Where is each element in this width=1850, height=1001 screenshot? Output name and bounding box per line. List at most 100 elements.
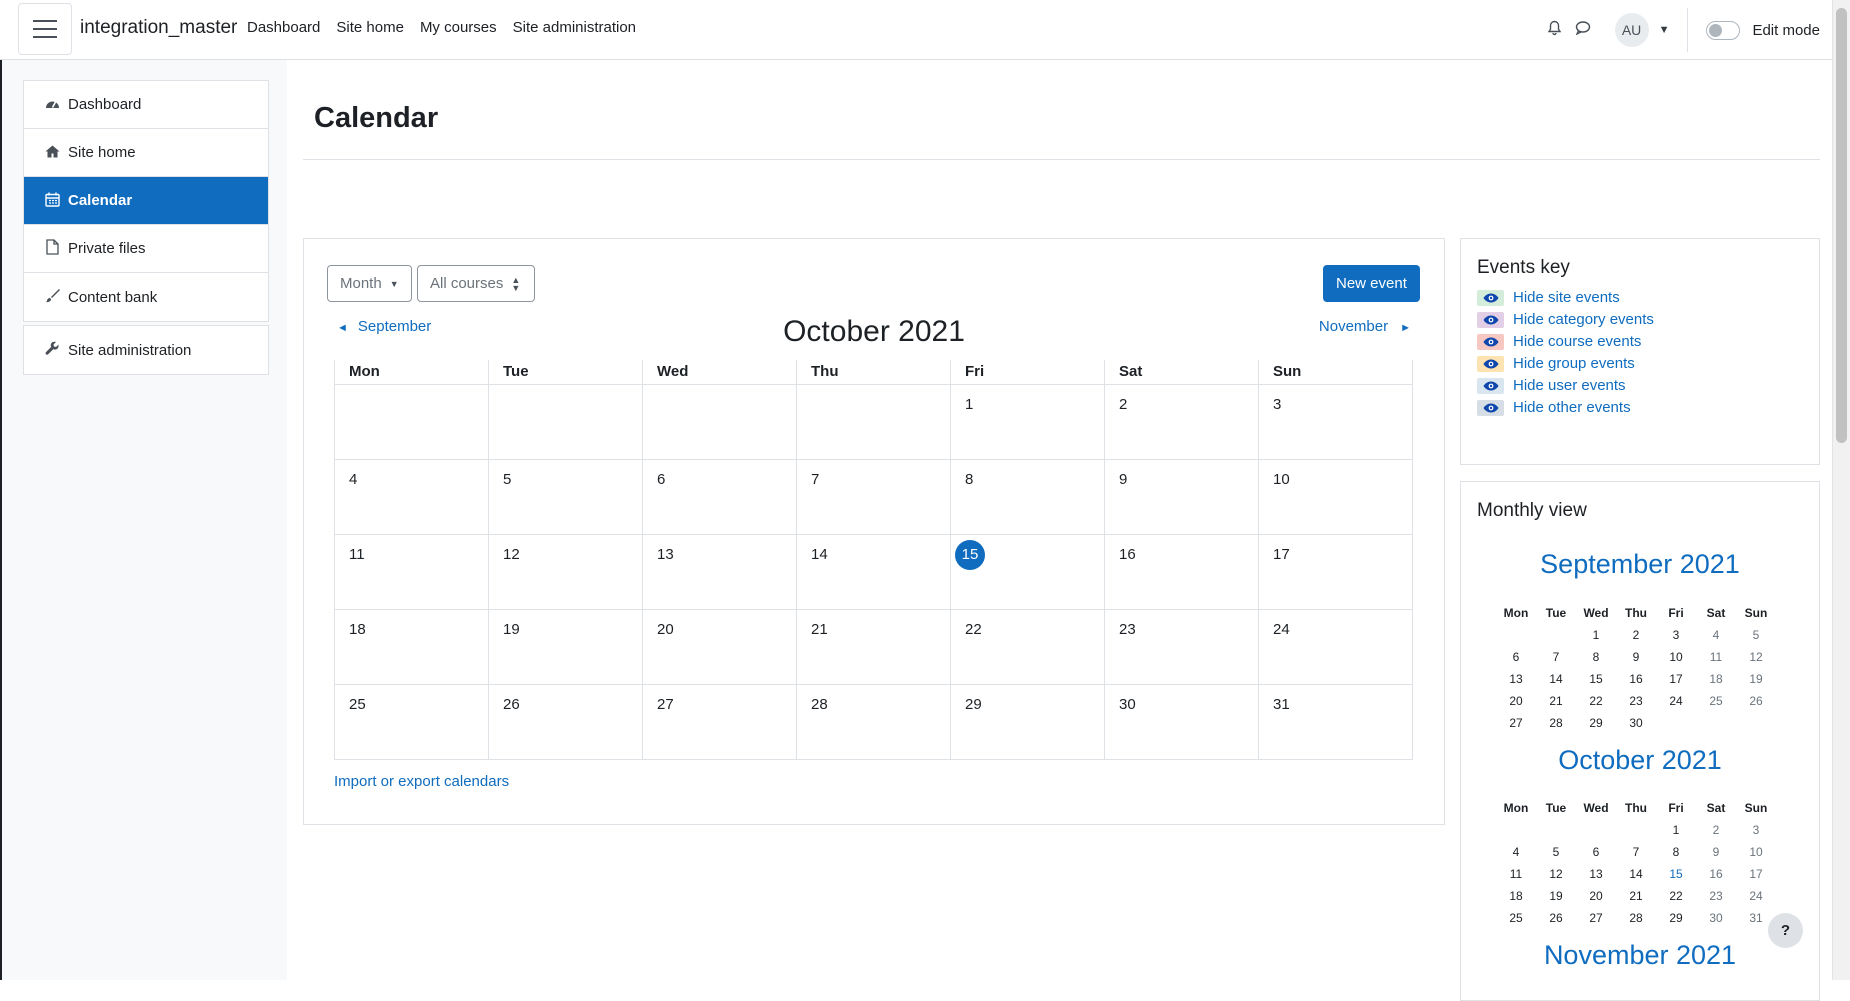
view-select[interactable]: Month ▼ [327, 265, 412, 302]
mini-day-cell[interactable]: 13 [1496, 668, 1536, 690]
mini-day-cell[interactable]: 7 [1616, 841, 1656, 863]
nav-link-site-administration[interactable]: Site administration [513, 19, 636, 36]
sidebar-item-content-bank[interactable]: Content bank [24, 273, 268, 321]
mini-day-cell[interactable]: 28 [1536, 712, 1576, 734]
course-select[interactable]: All courses ▲ ▼ [417, 265, 535, 302]
mini-day-cell[interactable]: 14 [1616, 863, 1656, 885]
mini-month-link[interactable]: November 2021 [1544, 940, 1736, 970]
calendar-day-cell[interactable]: 16 [1104, 533, 1259, 610]
mini-day-cell[interactable]: 19 [1536, 885, 1576, 907]
events-key-item[interactable]: Hide site events [1477, 289, 1620, 306]
sidebar-item-site-home[interactable]: Site home [24, 129, 268, 177]
mini-day-cell[interactable]: 11 [1496, 863, 1536, 885]
calendar-day-cell[interactable]: 29 [950, 683, 1105, 760]
mini-day-cell[interactable]: 7 [1536, 646, 1576, 668]
bell-icon[interactable] [1541, 20, 1569, 41]
events-key-link[interactable]: Hide group events [1513, 355, 1635, 372]
mini-day-cell[interactable]: 12 [1736, 646, 1776, 668]
calendar-day-cell[interactable]: 15 [950, 533, 1105, 610]
site-name-link[interactable]: integration_master [80, 17, 237, 39]
mini-day-cell[interactable]: 16 [1696, 863, 1736, 885]
mini-day-cell[interactable]: 21 [1536, 690, 1576, 712]
mini-day-cell[interactable]: 8 [1576, 646, 1616, 668]
sidebar-item-site-administration[interactable]: Site administration [24, 326, 268, 374]
mini-day-cell[interactable]: 15 [1656, 863, 1696, 885]
events-key-link[interactable]: Hide user events [1513, 377, 1626, 394]
calendar-day-cell[interactable]: 25 [334, 683, 489, 760]
page-scrollbar[interactable] [1832, 0, 1850, 980]
mini-day-cell[interactable]: 26 [1536, 907, 1576, 929]
events-key-item[interactable]: Hide group events [1477, 355, 1635, 372]
mini-day-cell[interactable]: 22 [1576, 690, 1616, 712]
calendar-day-cell[interactable]: 12 [488, 533, 643, 610]
mini-day-cell[interactable]: 2 [1616, 624, 1656, 646]
mini-day-cell[interactable]: 25 [1696, 690, 1736, 712]
calendar-day-cell[interactable]: 22 [950, 608, 1105, 685]
import-export-link[interactable]: Import or export calendars [334, 773, 509, 790]
nav-link-dashboard[interactable]: Dashboard [247, 19, 320, 36]
events-key-link[interactable]: Hide category events [1513, 311, 1654, 328]
calendar-day-cell[interactable]: 9 [1104, 458, 1259, 535]
mini-day-cell[interactable]: 8 [1656, 841, 1696, 863]
calendar-day-cell[interactable]: 2 [1104, 383, 1259, 460]
mini-day-cell[interactable]: 23 [1696, 885, 1736, 907]
mini-day-cell[interactable]: 22 [1656, 885, 1696, 907]
mini-day-cell[interactable]: 2 [1696, 819, 1736, 841]
mini-day-cell[interactable]: 27 [1496, 712, 1536, 734]
calendar-day-cell[interactable]: 20 [642, 608, 797, 685]
events-key-item[interactable]: Hide other events [1477, 399, 1631, 416]
events-key-item[interactable]: Hide course events [1477, 333, 1641, 350]
sidebar-item-private-files[interactable]: Private files [24, 225, 268, 273]
mini-day-cell[interactable]: 5 [1736, 624, 1776, 646]
nav-link-my-courses[interactable]: My courses [420, 19, 497, 36]
calendar-day-cell[interactable]: 31 [1258, 683, 1413, 760]
calendar-day-cell[interactable]: 26 [488, 683, 643, 760]
calendar-day-cell[interactable]: 19 [488, 608, 643, 685]
mini-day-cell[interactable]: 18 [1496, 885, 1536, 907]
calendar-day-cell[interactable]: 21 [796, 608, 951, 685]
mini-day-cell[interactable]: 19 [1736, 668, 1776, 690]
mini-day-cell[interactable]: 16 [1616, 668, 1656, 690]
mini-day-cell[interactable]: 23 [1616, 690, 1656, 712]
calendar-day-cell[interactable]: 17 [1258, 533, 1413, 610]
mini-day-cell[interactable]: 29 [1576, 712, 1616, 734]
mini-day-cell[interactable]: 14 [1536, 668, 1576, 690]
drawer-toggle-button[interactable] [18, 3, 72, 55]
mini-day-cell[interactable]: 21 [1616, 885, 1656, 907]
sidebar-item-calendar[interactable]: Calendar [24, 177, 268, 225]
mini-day-cell[interactable]: 25 [1496, 907, 1536, 929]
calendar-day-cell[interactable]: 8 [950, 458, 1105, 535]
calendar-day-cell[interactable]: 11 [334, 533, 489, 610]
mini-day-cell[interactable]: 18 [1696, 668, 1736, 690]
mini-day-cell[interactable]: 13 [1576, 863, 1616, 885]
mini-day-cell[interactable]: 20 [1496, 690, 1536, 712]
calendar-day-cell[interactable]: 24 [1258, 608, 1413, 685]
mini-day-cell[interactable]: 3 [1736, 819, 1776, 841]
mini-day-cell[interactable]: 5 [1536, 841, 1576, 863]
calendar-day-cell[interactable]: 13 [642, 533, 797, 610]
calendar-day-cell[interactable]: 14 [796, 533, 951, 610]
next-month-link[interactable]: November ► [1319, 318, 1411, 335]
mini-day-cell[interactable]: 27 [1576, 907, 1616, 929]
events-key-link[interactable]: Hide site events [1513, 289, 1620, 306]
calendar-day-cell[interactable]: 1 [950, 383, 1105, 460]
mini-day-cell[interactable]: 20 [1576, 885, 1616, 907]
mini-day-cell[interactable]: 30 [1696, 907, 1736, 929]
mini-day-cell[interactable]: 26 [1736, 690, 1776, 712]
events-key-item[interactable]: Hide category events [1477, 311, 1654, 328]
scrollbar-thumb[interactable] [1836, 8, 1847, 443]
events-key-item[interactable]: Hide user events [1477, 377, 1626, 394]
mini-day-cell[interactable]: 17 [1656, 668, 1696, 690]
nav-link-site-home[interactable]: Site home [336, 19, 404, 36]
new-event-button[interactable]: New event [1323, 265, 1420, 302]
calendar-day-cell[interactable]: 28 [796, 683, 951, 760]
mini-day-cell[interactable]: 24 [1656, 690, 1696, 712]
calendar-day-cell[interactable]: 10 [1258, 458, 1413, 535]
mini-day-cell[interactable]: 17 [1736, 863, 1776, 885]
mini-day-cell[interactable]: 9 [1696, 841, 1736, 863]
calendar-day-cell[interactable]: 3 [1258, 383, 1413, 460]
mini-day-cell[interactable]: 24 [1736, 885, 1776, 907]
mini-day-cell[interactable]: 10 [1736, 841, 1776, 863]
mini-day-cell[interactable]: 11 [1696, 646, 1736, 668]
mini-day-cell[interactable]: 28 [1616, 907, 1656, 929]
